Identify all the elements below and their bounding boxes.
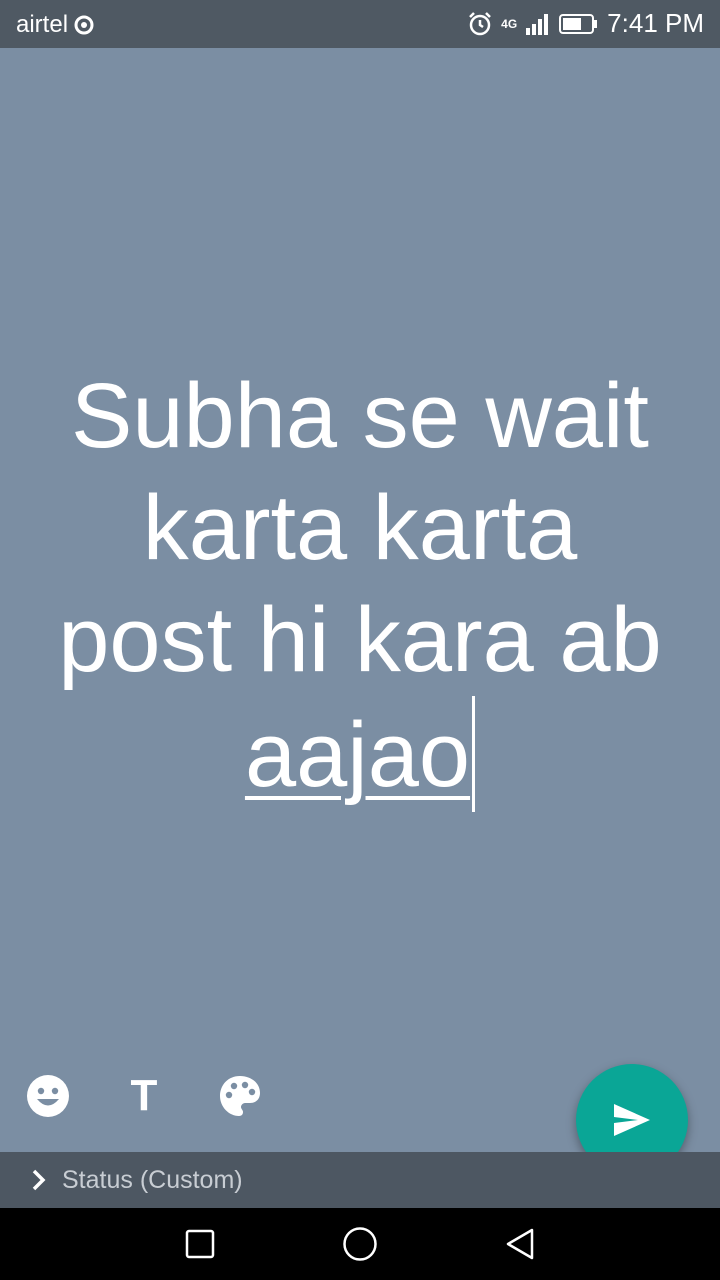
status-text-line-1: Subha se wait [71,365,649,467]
status-text-line-2: karta karta [142,477,578,579]
carrier-label: airtel [16,11,69,38]
alarm-icon [469,11,492,35]
status-text-last-word: aajao [244,704,471,806]
text-style-icon: T [130,1071,158,1120]
text-style-button[interactable]: T [118,1070,170,1122]
send-icon [614,1104,650,1136]
back-button[interactable] [498,1222,542,1266]
carrier: airtel [16,11,94,39]
palette-icon [220,1076,260,1116]
battery-icon [559,13,598,34]
status-icons: 4G 7:41 PM [467,8,704,39]
recents-button[interactable] [178,1222,222,1266]
home-icon [343,1227,377,1261]
emoji-button[interactable] [22,1070,74,1122]
recents-icon [185,1229,215,1259]
status-composer-canvas[interactable]: Subha se wait karta karta post hi kara a… [0,48,720,1152]
clock: 7:41 PM [607,8,704,38]
status-audience-bar[interactable]: Status (Custom) [0,1152,720,1208]
status-text-input[interactable]: Subha se wait karta karta post hi kara a… [20,360,700,812]
home-button[interactable] [338,1222,382,1266]
signal-icon [526,13,549,35]
status-text-line-3: post hi kara ab [58,589,662,691]
network-type: 4G [501,16,518,31]
composer-toolbar: T [0,1070,400,1122]
chevron-right-icon [32,1169,46,1191]
system-nav-bar [0,1208,720,1280]
back-icon [506,1228,534,1260]
emoji-icon [27,1075,69,1117]
text-caret [472,696,476,812]
color-palette-button[interactable] [214,1070,266,1122]
status-audience-label: Status (Custom) [62,1166,243,1194]
status-text-line-4: aajao [20,696,700,812]
system-status-bar: airtel 4G 7:41 PM [0,0,720,48]
carrier-indicator-icon [74,15,94,35]
